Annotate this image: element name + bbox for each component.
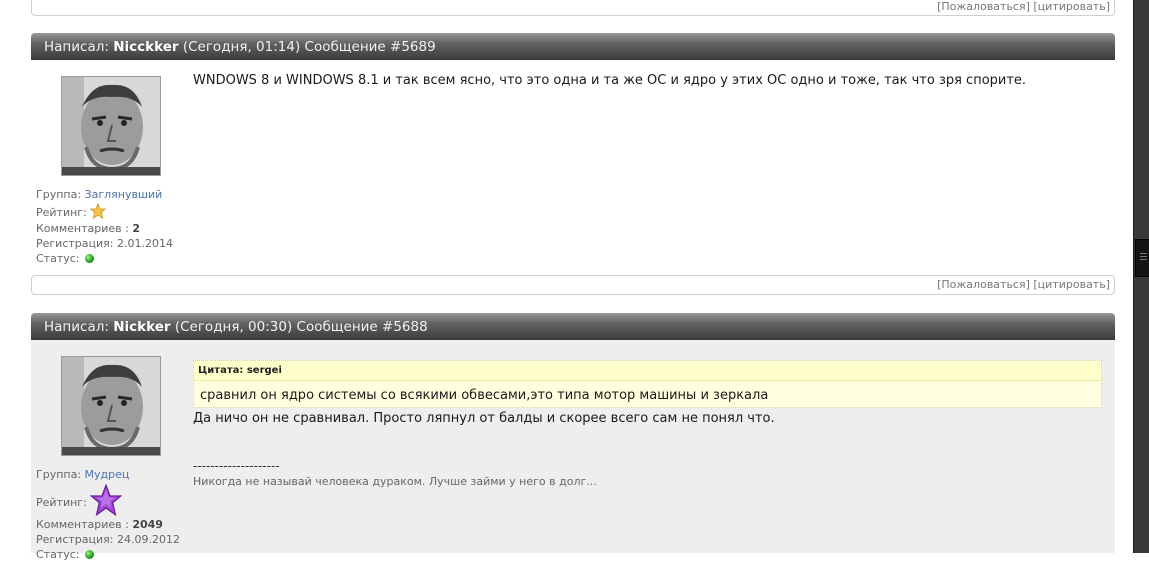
quote-text: сравнил он ядро системы со всякими обвес… <box>200 388 769 403</box>
registration-label: Регистрация: <box>36 533 114 546</box>
quote-link[interactable]: [цитировать] <box>1033 278 1110 291</box>
post-time: (Сегодня, 00:30) <box>174 319 293 335</box>
complain-link[interactable]: [Пожаловаться] <box>937 278 1030 291</box>
previous-post-action-links: [Пожаловаться] [цитировать] <box>937 0 1110 13</box>
post-body: Группа: Мудрец Рейтинг: Комментариев : 2… <box>31 340 1115 561</box>
scrollbar-grip <box>1140 256 1147 257</box>
quote-link[interactable]: [цитировать] <box>1033 0 1110 13</box>
post-body: Группа: Заглянувший Рейтинг: Комментарие… <box>31 60 1115 268</box>
scrollbar-thumb[interactable] <box>1135 239 1149 277</box>
signature-separator: -------------------- <box>193 459 280 473</box>
group-label: Группа: <box>36 468 82 481</box>
comments-value: 2049 <box>132 518 163 531</box>
post-action-links: [Пожаловаться] [цитировать] <box>937 278 1110 291</box>
comments-label: Комментариев : <box>36 222 129 235</box>
vertical-scrollbar[interactable] <box>1133 0 1149 553</box>
signature: Никогда не называй человека дураком. Луч… <box>193 475 597 488</box>
post-header: Написал: Nicckker (Сегодня, 01:14) Сообщ… <box>31 33 1115 60</box>
post-author-link[interactable]: Nickker <box>113 319 170 335</box>
rating-label: Рейтинг: <box>36 206 87 219</box>
post-header: Написал: Nickker (Сегодня, 00:30) Сообще… <box>31 313 1115 340</box>
online-dot-icon <box>85 550 95 559</box>
avatar-image <box>62 357 160 455</box>
status-label: Статус: <box>36 548 80 561</box>
scrollbar-grip <box>1140 259 1147 260</box>
quote-block: Цитата: sergei сравнил он ядро системы с… <box>193 360 1102 408</box>
previous-post-actions: [Пожаловаться] [цитировать] <box>31 0 1115 16</box>
post-text: WNDOWS 8 и WINDOWS 8.1 и так всем ясно, … <box>193 73 1027 88</box>
post-text: Да ничо он не сравнивал. Просто ляпнул о… <box>193 411 775 426</box>
group-value[interactable]: Заглянувший <box>85 188 163 201</box>
comments-value: 2 <box>132 222 140 235</box>
post-author-link[interactable]: Nicckker <box>113 39 178 55</box>
comments-label: Комментариев : <box>36 518 129 531</box>
rating-label: Рейтинг: <box>36 496 87 509</box>
registration-value: 24.09.2012 <box>116 533 180 546</box>
post-time: (Сегодня, 01:14) <box>182 39 301 55</box>
scrollbar-grip <box>1140 253 1147 254</box>
registration-value: 2.01.2014 <box>116 237 173 250</box>
post-message-number: Сообщение #5689 <box>304 39 436 55</box>
post-actions: [Пожаловаться] [цитировать] <box>31 275 1115 295</box>
forum-page: [Пожаловаться] [цитировать] Написал: Nic… <box>0 0 1133 561</box>
avatar[interactable] <box>61 356 161 456</box>
post-header-prefix: Написал: <box>44 39 109 55</box>
group-value[interactable]: Мудрец <box>85 468 130 481</box>
author-info: Группа: Заглянувший Рейтинг: Комментарие… <box>36 187 173 266</box>
avatar[interactable] <box>61 76 161 176</box>
online-dot-icon <box>85 254 95 263</box>
registration-label: Регистрация: <box>36 237 114 250</box>
post-message-number: Сообщение #5688 <box>296 319 428 335</box>
avatar-image <box>62 77 160 175</box>
complain-link[interactable]: [Пожаловаться] <box>937 0 1030 13</box>
group-label: Группа: <box>36 188 82 201</box>
quote-title: Цитата: sergei <box>194 361 1101 381</box>
post-header-prefix: Написал: <box>44 319 109 335</box>
author-info: Группа: Мудрец Рейтинг: Комментариев : 2… <box>36 467 180 562</box>
purple-star-icon <box>89 483 123 517</box>
status-label: Статус: <box>36 252 80 265</box>
gold-star-icon <box>90 203 107 219</box>
